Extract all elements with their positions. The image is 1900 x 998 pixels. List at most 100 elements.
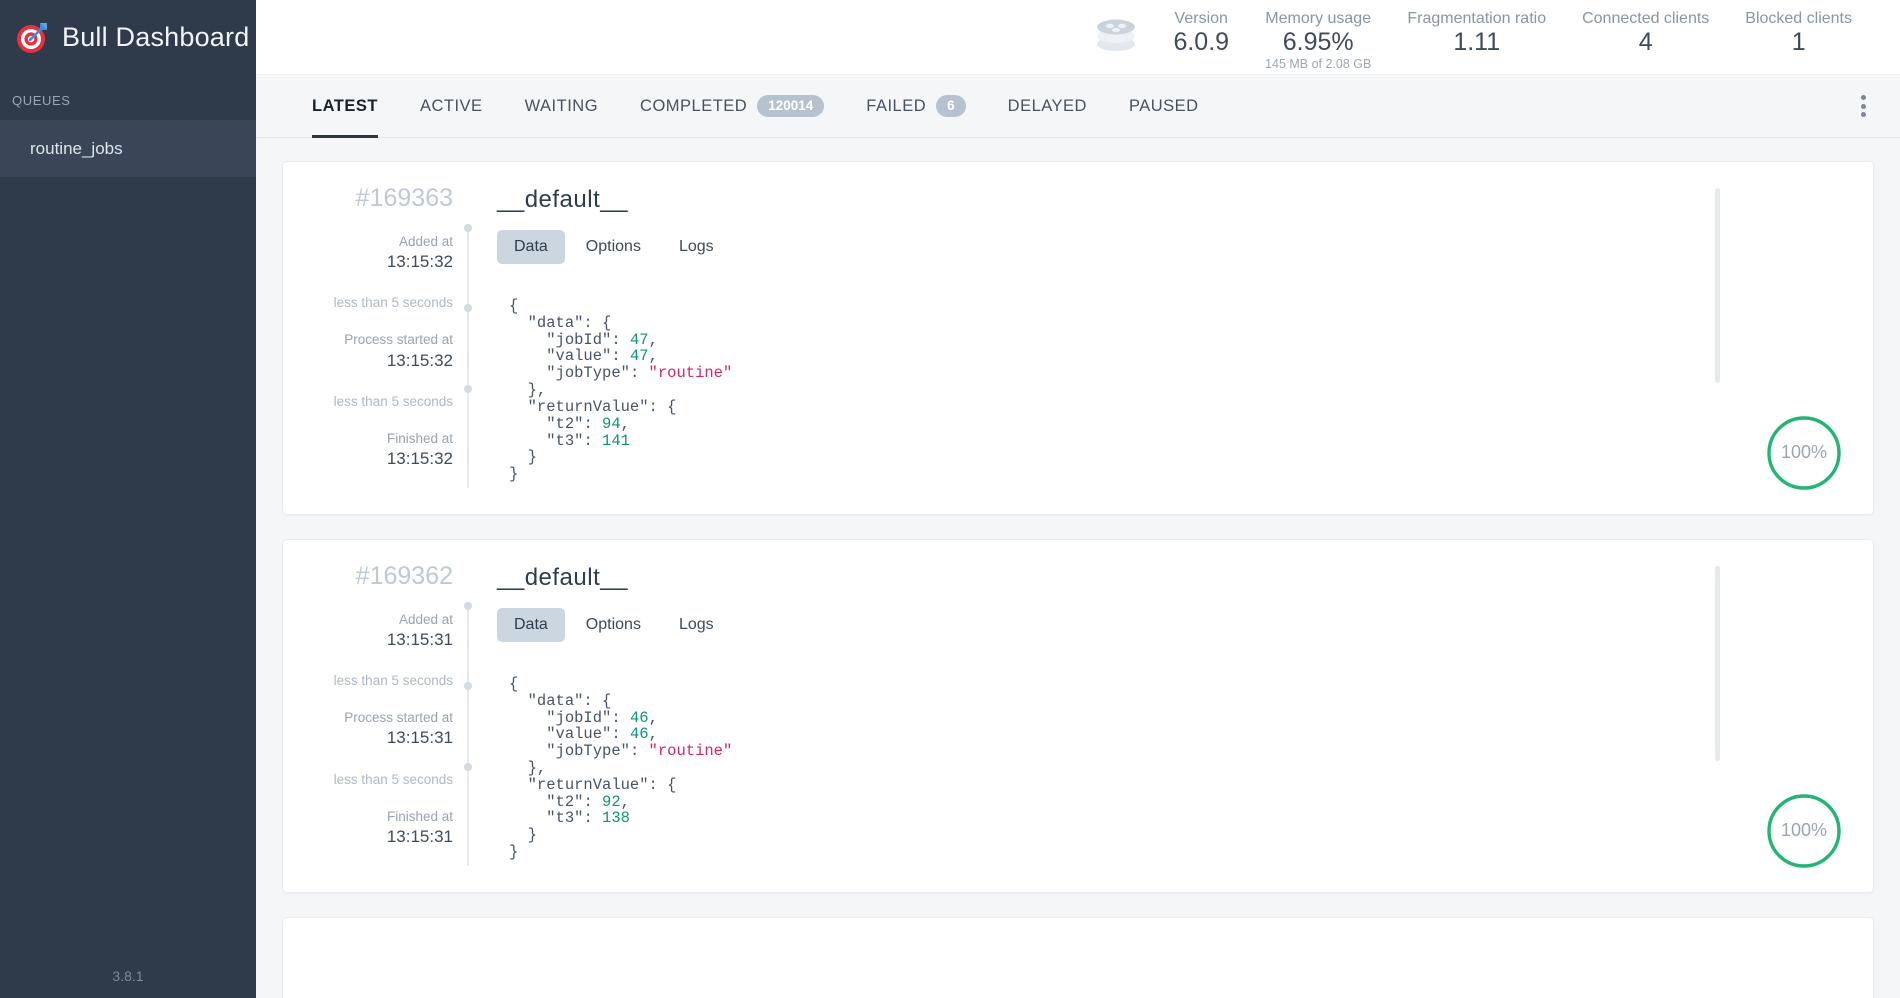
- job-data-scrollbar[interactable]: [1715, 188, 1720, 383]
- job-data-json: { "data": { "jobId": 46, "value": 46, "j…: [509, 674, 733, 862]
- subtab-label: Logs: [678, 238, 714, 255]
- stat-value: 6.95%: [1282, 28, 1354, 56]
- stat-label: Connected clients: [1582, 10, 1710, 27]
- status-tabbar: LATEST ACTIVE WAITING COMPLETED 120014 F…: [256, 75, 1900, 138]
- tab-delayed[interactable]: DELAYED: [987, 75, 1108, 138]
- json-value-value: 47: [629, 347, 649, 366]
- added-at-label: Added at: [398, 234, 453, 249]
- queues-section-label: QUEUES: [12, 93, 71, 108]
- finished-at-time: 13:15:32: [386, 448, 453, 468]
- kebab-menu-icon[interactable]: [1855, 89, 1872, 123]
- stat-version: Version 6.0.9: [1155, 10, 1247, 55]
- json-value-t2: 94: [602, 414, 621, 433]
- tab-waiting[interactable]: WAITING: [504, 75, 619, 138]
- stat-value: 1: [1791, 28, 1806, 56]
- json-value-t2: 92: [602, 792, 621, 811]
- topbar: Version 6.0.9 Memory usage 6.95% 145 MB …: [256, 0, 1900, 75]
- subtab-data[interactable]: Data: [497, 607, 565, 642]
- subtab-logs[interactable]: Logs: [662, 230, 731, 264]
- tab-completed[interactable]: COMPLETED 120014: [619, 75, 845, 138]
- duration-2: less than 5 seconds: [333, 771, 453, 787]
- timeline-dot-started: [464, 681, 472, 690]
- job-card[interactable]: #169362 Added at 13:15:31 less than 5 se…: [282, 538, 1874, 893]
- job-subtabs: Data Options Logs: [497, 230, 1697, 264]
- json-value-jobtype: "routine": [648, 742, 733, 761]
- subtab-label: Options: [585, 615, 641, 633]
- job-timeline-track: [464, 601, 472, 866]
- job-name: __default__: [497, 563, 628, 591]
- stat-label: Memory usage: [1265, 10, 1372, 27]
- tab-label: FAILED: [866, 96, 927, 115]
- subtab-label: Logs: [678, 615, 714, 633]
- tab-latest[interactable]: LATEST: [312, 75, 399, 138]
- tab-label: PAUSED: [1128, 96, 1199, 115]
- job-subtabs: Data Options Logs: [497, 607, 1697, 642]
- tab-label: COMPLETED: [640, 96, 748, 115]
- progress-label: 100%: [1780, 820, 1828, 841]
- main-area: Version 6.0.9 Memory usage 6.95% 145 MB …: [256, 0, 1900, 998]
- json-value-jobid: 46: [629, 708, 649, 727]
- finished-at-label: Finished at: [386, 808, 453, 824]
- subtab-options[interactable]: Options: [569, 230, 658, 264]
- job-list: #169363 Added at 13:15:32 less than 5 se…: [256, 138, 1900, 998]
- stat-connected-clients: Connected clients 4: [1564, 10, 1727, 55]
- added-at-time: 13:15:31: [386, 630, 453, 650]
- stat-label: Fragmentation ratio: [1407, 10, 1547, 27]
- added-at-label: Added at: [398, 611, 453, 627]
- timeline-dot-finished: [464, 762, 472, 771]
- redis-stats: Version 6.0.9 Memory usage 6.95% 145 MB …: [1093, 10, 1870, 71]
- sidebar: Bull Dashboard QUEUES routine_jobs 3.8.1: [0, 0, 256, 998]
- job-meta: #169362 Added at 13:15:31 less than 5 se…: [283, 540, 467, 892]
- stat-memory-usage: Memory usage 6.95% 145 MB of 2.08 GB: [1247, 10, 1389, 71]
- stat-fragmentation-ratio: Fragmentation ratio 1.11: [1389, 10, 1564, 55]
- queue-item-label: routine_jobs: [30, 138, 123, 158]
- job-body: __default__ Data Options Logs { "data": …: [469, 162, 1697, 514]
- job-data-json: { "data": { "jobId": 47, "value": 47, "j…: [509, 297, 733, 484]
- stat-value: 6.0.9: [1173, 28, 1230, 56]
- tab-label: DELAYED: [1007, 96, 1087, 115]
- tab-badge-failed: 6: [936, 94, 966, 118]
- tab-failed[interactable]: FAILED 6: [845, 75, 986, 138]
- process-started-time: 13:15:31: [386, 728, 453, 748]
- json-value-value: 46: [629, 725, 649, 744]
- job-data-scrollbar[interactable]: [1715, 565, 1720, 761]
- tab-label: ACTIVE: [419, 96, 483, 115]
- job-timeline-track: [464, 224, 472, 488]
- subtab-options[interactable]: Options: [569, 608, 658, 642]
- brand[interactable]: Bull Dashboard: [0, 0, 256, 75]
- timeline-dot-added: [464, 601, 472, 610]
- brand-title: Bull Dashboard: [62, 22, 250, 52]
- subtab-label: Data: [514, 615, 548, 633]
- subtab-data[interactable]: Data: [497, 230, 565, 264]
- job-card[interactable]: #169363 Added at 13:15:32 less than 5 se…: [282, 161, 1874, 515]
- subtab-logs[interactable]: Logs: [662, 608, 731, 642]
- json-value-jobid: 47: [629, 330, 649, 349]
- progress-label: 100%: [1780, 442, 1828, 463]
- job-name: __default__: [497, 186, 628, 213]
- stat-blocked-clients: Blocked clients 1: [1727, 10, 1870, 55]
- progress-ring: 100%: [1765, 414, 1843, 492]
- json-value-t3: 138: [602, 809, 630, 828]
- process-started-time: 13:15:32: [386, 350, 453, 370]
- sidebar-item-routine-jobs[interactable]: routine_jobs: [0, 120, 256, 177]
- kebab-dot: [1861, 95, 1866, 100]
- job-progress-area: 100%: [1697, 540, 1873, 892]
- tab-active[interactable]: ACTIVE: [399, 75, 504, 138]
- stat-value: 4: [1638, 28, 1653, 56]
- progress-ring: 100%: [1765, 792, 1843, 870]
- stat-label: Blocked clients: [1745, 10, 1852, 27]
- job-id: #169362: [355, 561, 453, 590]
- finished-at-time: 13:15:31: [386, 826, 453, 846]
- stat-label: Version: [1174, 10, 1228, 27]
- job-card[interactable]: [282, 916, 1874, 998]
- subtab-label: Data: [514, 238, 548, 255]
- kebab-dot: [1861, 103, 1866, 109]
- job-id: #169363: [355, 184, 453, 212]
- tab-paused[interactable]: PAUSED: [1108, 75, 1220, 138]
- duration-1: less than 5 seconds: [333, 295, 453, 311]
- sidebar-version: 3.8.1: [112, 968, 144, 984]
- timeline-dot-finished: [464, 385, 472, 393]
- job-body: __default__ Data Options Logs { "data": …: [469, 540, 1697, 892]
- subtab-label: Options: [585, 238, 641, 255]
- finished-at-label: Finished at: [386, 430, 453, 446]
